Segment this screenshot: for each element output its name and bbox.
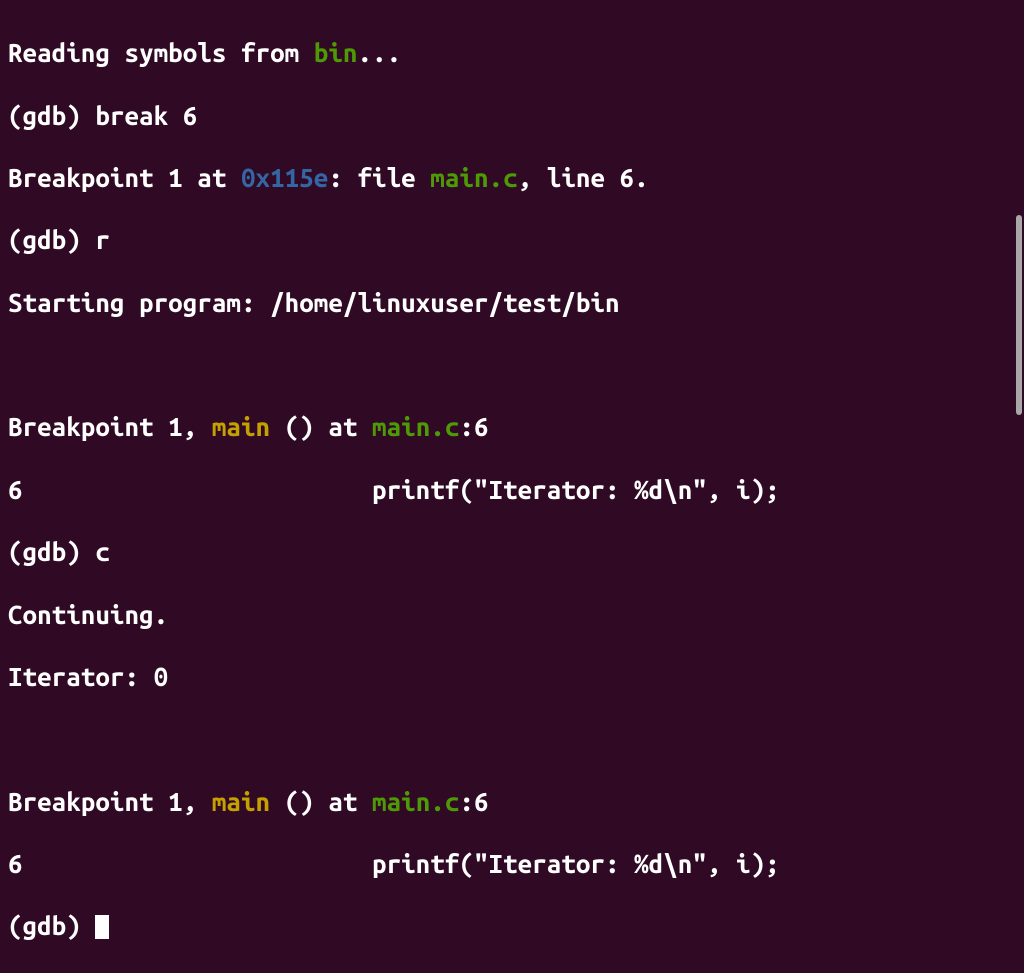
breakpoint-set-line: Breakpoint 1 at 0x115e: file main.c, lin… (8, 162, 1016, 193)
continuing-line: Continuing. (8, 599, 1016, 630)
gdb-continue-command: (gdb) c (8, 536, 1016, 567)
terminal-output[interactable]: Reading symbols from bin... (gdb) break … (8, 6, 1016, 973)
source-file: main.c (430, 163, 517, 192)
breakpoint-hit-line-2: Breakpoint 1, main () at main.c:6 (8, 786, 1016, 817)
breakpoint-address: 0x115e (241, 163, 328, 192)
gdb-prompt-active[interactable]: (gdb) (8, 910, 1016, 941)
function-name: main (212, 412, 270, 441)
binary-name: bin (314, 38, 358, 67)
cursor (95, 915, 109, 939)
source-file: main.c (372, 412, 459, 441)
function-name: main (212, 787, 270, 816)
blank-line (8, 723, 1016, 754)
source-line-2: 6 printf("Iterator: %d\n", i); (8, 848, 1016, 879)
source-line-1: 6 printf("Iterator: %d\n", i); (8, 474, 1016, 505)
gdb-break-command: (gdb) break 6 (8, 100, 1016, 131)
blank-line (8, 349, 1016, 380)
gdb-run-command: (gdb) r (8, 224, 1016, 255)
reading-symbols-line: Reading symbols from bin... (8, 37, 1016, 68)
starting-program-line: Starting program: /home/linuxuser/test/b… (8, 287, 1016, 318)
program-output-line: Iterator: 0 (8, 661, 1016, 692)
source-file: main.c (372, 787, 459, 816)
breakpoint-hit-line-1: Breakpoint 1, main () at main.c:6 (8, 411, 1016, 442)
scrollbar-thumb[interactable] (1016, 215, 1022, 415)
